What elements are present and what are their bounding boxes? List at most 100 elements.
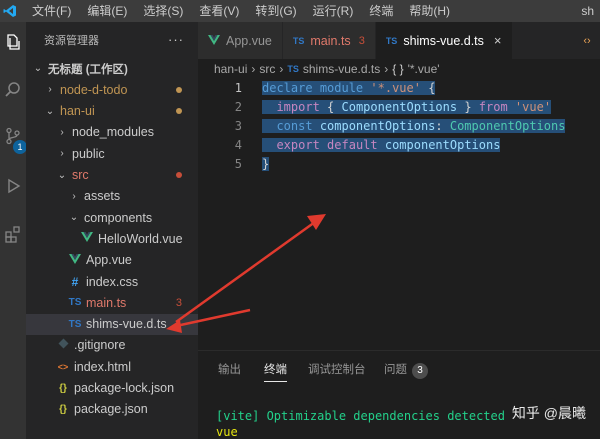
explorer-icon[interactable] xyxy=(0,28,26,56)
code-token: '*.vue' xyxy=(370,81,421,95)
menu-run[interactable]: 运行(R) xyxy=(305,0,362,22)
tree-item[interactable]: ⌄ components xyxy=(26,207,198,228)
tree-item-label: components xyxy=(84,210,153,225)
more-actions-icon[interactable]: ··· xyxy=(168,32,184,47)
tree-item[interactable]: {} package.json xyxy=(26,399,198,420)
watermark: 知乎 @晨曦 xyxy=(511,405,586,421)
tab-label: App.vue xyxy=(226,33,272,48)
tree-item-label: index.css xyxy=(86,274,139,289)
menu-selection[interactable]: 选择(S) xyxy=(135,0,191,22)
menu-edit[interactable]: 编辑(E) xyxy=(79,0,135,22)
tree-item[interactable]: ⌄ 无标题 (工作区) xyxy=(26,58,198,79)
tab-problems-label: 问题 xyxy=(384,364,407,376)
tree-item-label: HelloWorld.vue xyxy=(98,231,183,246)
line-number: 2 xyxy=(234,100,242,114)
chevron-down-icon: ⌄ xyxy=(57,169,67,181)
tree-item[interactable]: TS shims-vue.d.ts xyxy=(26,313,198,335)
code-line: declare module '*.vue' { xyxy=(262,81,436,95)
tree-item-label: node_modules xyxy=(72,125,155,140)
tree-item[interactable]: › assets xyxy=(26,186,198,207)
tree-item[interactable]: # index.css xyxy=(26,271,198,292)
vue-icon xyxy=(80,232,94,245)
typescript-icon: TS xyxy=(385,35,398,46)
tab-terminal[interactable]: 终端 xyxy=(264,361,287,382)
terminal-line: vue xyxy=(216,425,238,439)
breadcrumb-item[interactable]: han-ui xyxy=(214,62,247,76)
tree-item-label: node-d-todo xyxy=(60,82,128,97)
tree-item[interactable]: ⌄ han-ui xyxy=(26,101,198,122)
compare-icon[interactable]: ‹› xyxy=(574,22,600,59)
menu-bar: 文件(F) 编辑(E) 选择(S) 查看(V) 转到(G) 运行(R) 终端 帮… xyxy=(0,0,600,22)
code-token: { xyxy=(420,81,436,95)
menu-terminal[interactable]: 终端 xyxy=(361,0,401,22)
tree-item-label: package.json xyxy=(74,402,148,417)
menu-file[interactable]: 文件(F) xyxy=(24,0,79,22)
menu-go[interactable]: 转到(G) xyxy=(247,0,304,22)
json-icon: {} xyxy=(59,403,67,415)
tree-item-label: han-ui xyxy=(60,104,95,119)
breadcrumb-item[interactable]: shims-vue.d.ts xyxy=(303,62,380,76)
breadcrumb-item[interactable]: src xyxy=(259,62,275,76)
error-count: 3 xyxy=(175,296,182,309)
status-dot-icon xyxy=(176,172,182,178)
tree-item[interactable]: {} package-lock.json xyxy=(26,378,198,399)
tree-item-label: shims-vue.d.ts xyxy=(86,317,167,332)
selection-highlight: } xyxy=(262,157,270,171)
tree-item[interactable]: ⌄ src xyxy=(26,165,198,186)
tree-item[interactable]: TS main.ts 3 xyxy=(26,292,198,313)
typescript-icon: TS xyxy=(68,318,82,330)
status-dot-icon xyxy=(176,108,182,115)
tree-item[interactable]: <> index.html xyxy=(26,356,198,377)
extensions-icon[interactable] xyxy=(0,220,26,248)
tab-main-ts[interactable]: TS main.ts 3 xyxy=(282,22,376,59)
tree-item[interactable]: › public xyxy=(26,143,198,164)
tab-debug-console[interactable]: 调试控制台 xyxy=(308,361,366,377)
tree-item-label: package-lock.json xyxy=(74,381,175,395)
vue-icon xyxy=(208,34,220,48)
html-icon: <> xyxy=(57,361,69,372)
tree-item-label: main.ts xyxy=(86,295,127,310)
tab-app-vue[interactable]: App.vue xyxy=(198,22,283,59)
search-icon[interactable] xyxy=(0,76,26,104)
tab-problems[interactable]: 问题 3 xyxy=(384,361,428,379)
chevron-right-icon: › xyxy=(72,190,76,202)
tree-item-label: assets xyxy=(84,189,121,204)
tab-shims-vue-d-ts[interactable]: TS shims-vue.d.ts × xyxy=(375,22,513,59)
tree-item-label: 无标题 (工作区) xyxy=(48,63,128,76)
tab-output[interactable]: 输出 xyxy=(218,361,241,377)
tree-item[interactable]: › node_modules xyxy=(26,122,198,143)
tree-item[interactable]: HelloWorld.vue xyxy=(26,228,198,249)
tab-label: main.ts xyxy=(310,33,351,48)
vue-icon xyxy=(68,253,82,267)
code-editor[interactable]: 1 2 3 4 5 declare module '*.vue' { impor… xyxy=(198,79,600,350)
tree-item[interactable]: App.vue xyxy=(26,250,198,271)
tree-item[interactable]: .gitignore xyxy=(26,335,198,356)
breadcrumb-item[interactable]: '*.vue' xyxy=(408,62,440,76)
run-debug-icon[interactable] xyxy=(0,172,26,200)
breadcrumb: han-ui › src › TS shims-vue.d.ts › { } '… xyxy=(198,59,600,79)
code-token: from xyxy=(478,100,508,114)
chevron-down-icon: ⌄ xyxy=(45,105,55,117)
menu-view[interactable]: 查看(V) xyxy=(191,0,247,22)
typescript-icon: TS xyxy=(287,64,299,74)
code-token: } xyxy=(457,100,479,114)
editor-tabs: App.vue TS main.ts 3 TS shims-vue.d.ts ×… xyxy=(198,22,600,59)
chevron-right-icon: › xyxy=(251,62,256,76)
bottom-panel: 输出 终端 调试控制台 问题 3 [vite] Optimizable depen… xyxy=(198,350,600,439)
close-icon[interactable]: × xyxy=(494,33,502,48)
code-token: import xyxy=(276,100,320,114)
code-token: const xyxy=(276,119,313,133)
status-dot-icon xyxy=(176,86,182,93)
chevron-right-icon: › xyxy=(279,62,284,76)
tree-item[interactable]: › node-d-todo xyxy=(26,79,198,100)
tree-item-label: public xyxy=(72,146,105,161)
tree-item-label: src xyxy=(72,168,89,182)
problems-count-badge: 3 xyxy=(412,363,428,379)
menu-help[interactable]: 帮助(H) xyxy=(401,0,458,22)
